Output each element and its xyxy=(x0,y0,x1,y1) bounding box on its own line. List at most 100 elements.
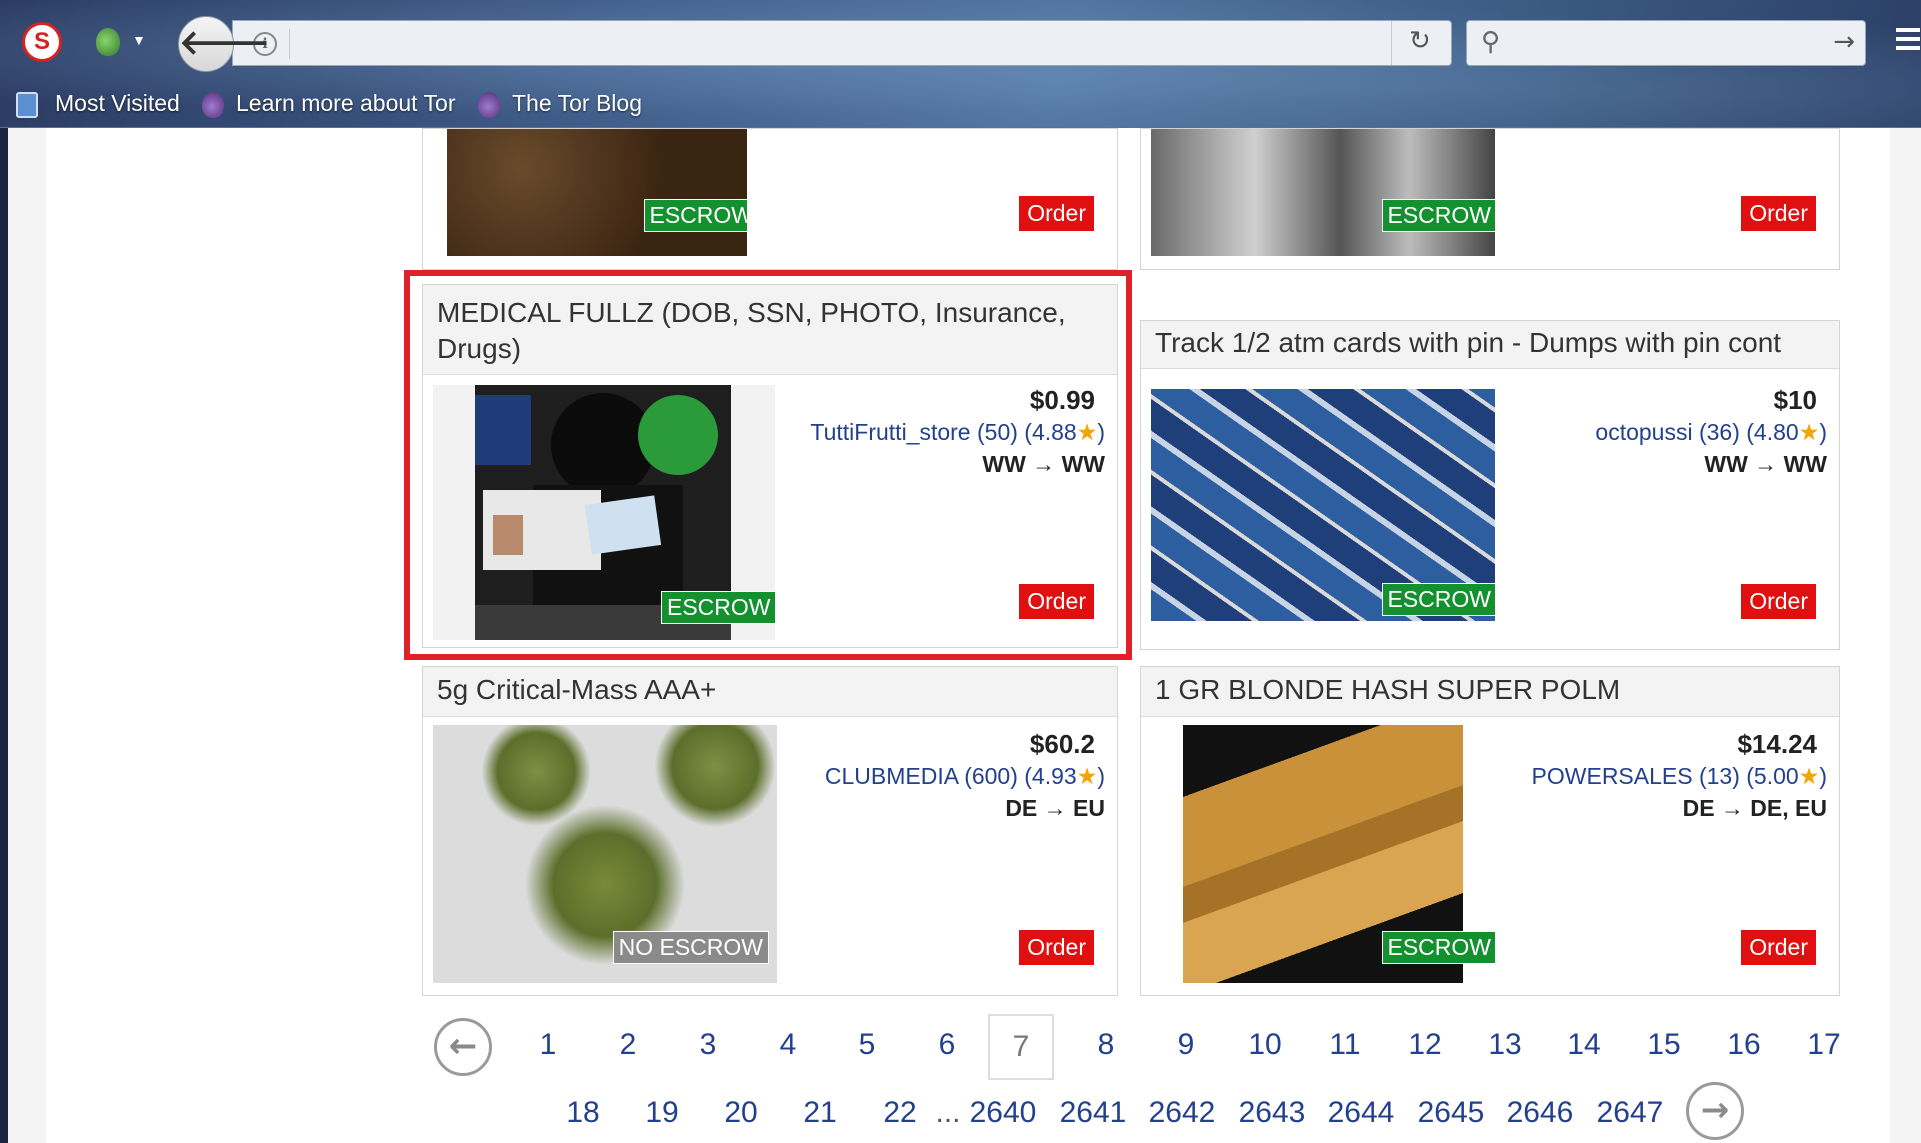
hamburger-menu-icon[interactable] xyxy=(1896,28,1920,55)
order-button[interactable]: Order xyxy=(1018,583,1095,620)
listing-card-blonde-hash: 1 GR BLONDE HASH SUPER POLM ESCROW $14.2… xyxy=(1140,666,1840,996)
page-ellipsis: ... xyxy=(935,1096,961,1129)
page-link[interactable]: 12 xyxy=(1400,1028,1450,1062)
page-link[interactable]: 2640 xyxy=(966,1096,1040,1130)
listing-card-medical-fullz: MEDICAL FULLZ (DOB, SSN, PHOTO, Insuranc… xyxy=(422,284,1118,648)
page-link[interactable]: 6 xyxy=(927,1028,967,1062)
page-link[interactable]: 2643 xyxy=(1235,1096,1309,1130)
bookmarks-toolbar: Most Visited Learn more about Tor The To… xyxy=(0,86,1921,122)
next-page-button[interactable]: → xyxy=(1686,1082,1744,1140)
star-icon: ★ xyxy=(1798,419,1820,445)
page-link[interactable]: 13 xyxy=(1480,1028,1530,1062)
browser-chrome: S ▼ i ↻ 🡐 ⚲ → Most Visited Learn more ab… xyxy=(0,0,1921,128)
listing-title[interactable]: 5g Critical-Mass AAA+ xyxy=(423,667,1117,717)
seller-link[interactable]: TuttiFrutti_store (50) (4.88★) xyxy=(810,419,1105,446)
listing-title[interactable]: MEDICAL FULLZ (DOB, SSN, PHOTO, Insuranc… xyxy=(423,285,1117,375)
address-bar[interactable]: i ↻ xyxy=(232,20,1452,66)
page-link[interactable]: 18 xyxy=(558,1096,608,1130)
page-link[interactable]: 2 xyxy=(608,1028,648,1062)
escrow-badge: ESCROW xyxy=(643,199,747,232)
shipping-route: DE → EU xyxy=(1005,795,1105,821)
window-edge xyxy=(0,0,8,1143)
order-button[interactable]: Order xyxy=(1740,929,1817,966)
escrow-badge: ESCROW xyxy=(1381,931,1495,964)
listing-image[interactable]: ESCROW xyxy=(1151,389,1495,621)
chevron-down-icon: ▼ xyxy=(132,32,146,48)
bookmark-learn-more-tor[interactable]: Learn more about Tor xyxy=(236,90,456,117)
arrow-left-icon: ← xyxy=(448,1026,478,1066)
listing-card: ESCROW Order xyxy=(1140,128,1840,270)
listing-image[interactable]: ESCROW xyxy=(1151,129,1495,256)
star-icon: ★ xyxy=(1076,419,1098,445)
search-icon: ⚲ xyxy=(1481,27,1501,57)
page-link[interactable]: 5 xyxy=(847,1028,887,1062)
listing-title[interactable]: 1 GR BLONDE HASH SUPER POLM xyxy=(1141,667,1839,717)
order-button[interactable]: Order xyxy=(1018,929,1095,966)
shipping-route: WW → WW xyxy=(982,451,1105,477)
page-link[interactable]: 4 xyxy=(768,1028,808,1062)
page-content: ESCROW Order ESCROW Order MEDICAL FULLZ … xyxy=(46,128,1890,1143)
page-link[interactable]: 14 xyxy=(1559,1028,1609,1062)
prev-page-button[interactable]: ← xyxy=(434,1018,492,1076)
listing-image[interactable]: NO ESCROW xyxy=(433,725,777,983)
seller-text: POWERSALES (13) (5.00 xyxy=(1531,763,1799,789)
seller-suffix: ) xyxy=(1819,419,1827,445)
escrow-badge: ESCROW xyxy=(1381,583,1495,616)
seller-link[interactable]: POWERSALES (13) (5.00★) xyxy=(1532,763,1827,790)
page-link[interactable]: 2641 xyxy=(1056,1096,1130,1130)
url-separator xyxy=(289,29,290,59)
tor-onion-button[interactable]: ▼ xyxy=(92,22,154,62)
back-button[interactable]: 🡐 xyxy=(178,16,270,72)
escrow-badge: ESCROW xyxy=(1381,199,1495,232)
page-link[interactable]: 16 xyxy=(1719,1028,1769,1062)
seller-suffix: ) xyxy=(1819,763,1827,789)
page-link[interactable]: 17 xyxy=(1799,1028,1849,1062)
page-link[interactable]: 3 xyxy=(688,1028,728,1062)
shipping-route: WW → WW xyxy=(1704,451,1827,477)
page-link[interactable]: 2646 xyxy=(1503,1096,1577,1130)
no-escrow-badge: NO ESCROW xyxy=(612,931,769,964)
back-arrow-icon: 🡐 xyxy=(179,23,271,63)
page-link[interactable]: 11 xyxy=(1320,1028,1370,1062)
star-icon: ★ xyxy=(1798,763,1820,789)
security-shield-icon[interactable]: S xyxy=(22,22,62,62)
page-link[interactable]: 2647 xyxy=(1593,1096,1667,1130)
listing-image[interactable]: ESCROW xyxy=(1151,725,1495,983)
page-link[interactable]: 21 xyxy=(795,1096,845,1130)
listing-price: $10 xyxy=(1773,385,1817,415)
listing-image[interactable]: ESCROW xyxy=(433,385,775,640)
order-button[interactable]: Order xyxy=(1740,195,1817,232)
listing-title[interactable]: Track 1/2 atm cards with pin - Dumps wit… xyxy=(1141,321,1839,369)
page-viewport: ESCROW Order ESCROW Order MEDICAL FULLZ … xyxy=(8,128,1921,1143)
page-link[interactable]: 2642 xyxy=(1145,1096,1219,1130)
page-current: 7 xyxy=(988,1014,1054,1080)
listing-card-critical-mass: 5g Critical-Mass AAA+ NO ESCROW $60.2 CL… xyxy=(422,666,1118,996)
page-link[interactable]: 20 xyxy=(716,1096,766,1130)
seller-text: octopussi (36) (4.80 xyxy=(1595,419,1799,445)
navigation-toolbar: S ▼ i ↻ 🡐 ⚲ → xyxy=(0,10,1921,72)
bookmark-folder-icon xyxy=(16,92,38,118)
bookmark-tor-blog[interactable]: The Tor Blog xyxy=(512,90,642,117)
page-link[interactable]: 8 xyxy=(1086,1028,1126,1062)
page-link[interactable]: 15 xyxy=(1639,1028,1689,1062)
reload-icon[interactable]: ↻ xyxy=(1409,26,1431,56)
seller-link[interactable]: CLUBMEDIA (600) (4.93★) xyxy=(825,763,1105,790)
search-input[interactable]: ⚲ → xyxy=(1466,20,1866,66)
page-link[interactable]: 1 xyxy=(528,1028,568,1062)
order-button[interactable]: Order xyxy=(1018,195,1095,232)
page-link[interactable]: 10 xyxy=(1240,1028,1290,1062)
bookmark-most-visited[interactable]: Most Visited xyxy=(55,90,180,117)
page-link[interactable]: 9 xyxy=(1166,1028,1206,1062)
shipping-route: DE → DE, EU xyxy=(1682,795,1827,821)
page-link[interactable]: 2645 xyxy=(1414,1096,1488,1130)
go-arrow-icon[interactable]: → xyxy=(1833,27,1855,57)
seller-link[interactable]: octopussi (36) (4.80★) xyxy=(1595,419,1827,446)
page-link[interactable]: 22 xyxy=(875,1096,925,1130)
listing-price: $0.99 xyxy=(1029,385,1095,415)
page-link[interactable]: 19 xyxy=(637,1096,687,1130)
listing-image[interactable]: ESCROW xyxy=(447,129,747,256)
order-button[interactable]: Order xyxy=(1740,583,1817,620)
escrow-badge: ESCROW xyxy=(661,591,775,624)
page-link[interactable]: 2644 xyxy=(1324,1096,1398,1130)
listing-card: ESCROW Order xyxy=(422,128,1118,270)
